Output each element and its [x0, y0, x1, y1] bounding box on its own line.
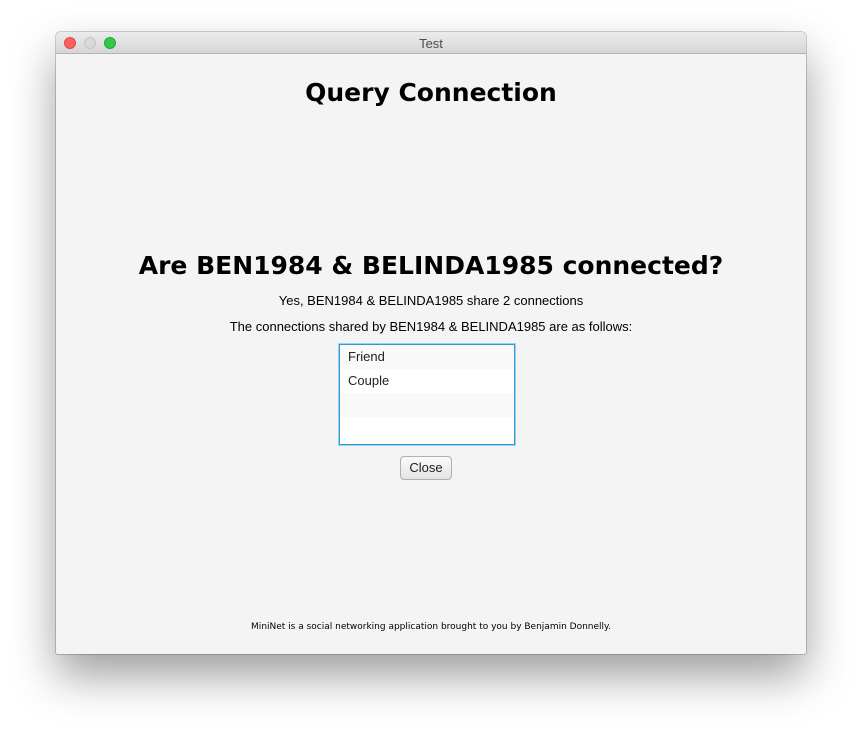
shared-connections-label: The connections shared by BEN1984 & BELI… [229, 319, 633, 334]
title-bar[interactable]: Test [56, 32, 806, 54]
connection-question: Are BEN1984 & BELINDA1985 connected? [138, 251, 724, 280]
close-button[interactable]: Close [400, 456, 452, 480]
page-title: Query Connection [305, 78, 557, 107]
list-item [340, 393, 514, 417]
connection-answer: Yes, BEN1984 & BELINDA1985 share 2 conne… [278, 293, 584, 308]
footer-credit: MiniNet is a social networking applicati… [251, 622, 611, 632]
window-title: Test [419, 36, 443, 51]
app-window: Test Query Connection Are BEN1984 & BELI… [56, 32, 806, 654]
connections-list[interactable]: Friend Couple [339, 344, 515, 445]
list-item [340, 417, 514, 441]
list-item[interactable]: Couple [340, 369, 514, 393]
list-item[interactable]: Friend [340, 345, 514, 369]
